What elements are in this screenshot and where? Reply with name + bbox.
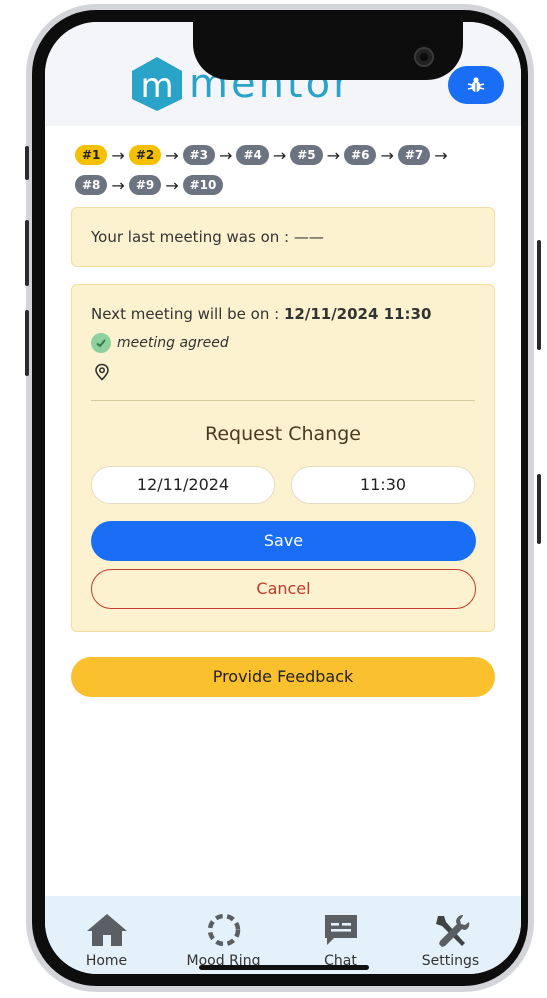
meeting-status: meeting agreed (91, 333, 229, 353)
provide-feedback-button[interactable]: Provide Feedback (71, 657, 495, 697)
app-screen: m mentor + #1→ #2→ #3→ #4→ #5→ #6→ (45, 22, 521, 974)
logo-hexagon-icon: m (132, 57, 182, 111)
request-change-title: Request Change (205, 423, 361, 445)
next-meeting-datetime: 12/11/2024 11:30 (283, 305, 432, 323)
arrow-right-icon: → (165, 175, 179, 195)
side-button-mute (25, 146, 29, 180)
next-meeting-prefix: Next meeting will be on : (91, 305, 284, 323)
arrow-right-icon: → (111, 145, 125, 165)
side-button-volume-up (25, 220, 29, 286)
steps-row-2: #8 → #9 → #10 (75, 174, 495, 196)
step-pill[interactable]: #9 (128, 175, 162, 195)
step-pill[interactable]: #3 (182, 145, 216, 165)
save-button[interactable]: Save (91, 521, 476, 561)
time-input[interactable]: 11:30 (291, 466, 475, 504)
bottom-tab-bar: Home Mood Ring Chat Settings (45, 896, 521, 974)
home-indicator[interactable] (199, 965, 369, 970)
mood-ring-icon (207, 913, 240, 947)
next-meeting-text: Next meeting will be on : 12/11/2024 11:… (91, 305, 431, 323)
side-button-volume-down (25, 310, 29, 376)
last-meeting-card: Your last meeting was on : —— (71, 207, 495, 267)
side-button-power (537, 240, 541, 350)
step-pill[interactable]: #4 (236, 145, 269, 165)
step-pill[interactable]: #1 (75, 145, 108, 165)
next-meeting-card: Next meeting will be on : 12/11/2024 11:… (71, 284, 495, 632)
tab-mood-ring[interactable]: Mood Ring (164, 896, 283, 974)
step-pill[interactable]: #2 (128, 145, 162, 165)
meeting-steps: #1 → #2 → #3 → #4 → #5 → #6 → #7 → #8 → #9 → #10 (75, 144, 495, 204)
tab-chat[interactable]: Chat (281, 896, 400, 974)
map-pin-icon[interactable] (94, 363, 110, 381)
svg-text:m: m (140, 66, 173, 106)
check-circle-icon (91, 333, 111, 353)
arrow-right-icon: → (111, 175, 125, 195)
front-camera (414, 47, 434, 67)
tab-home-label: Home (85, 953, 128, 969)
meeting-status-text: meeting agreed (117, 335, 229, 351)
arrow-right-icon: → (219, 145, 233, 165)
report-bug-button[interactable] (448, 66, 504, 104)
tab-settings-label: Settings (421, 953, 480, 969)
arrow-right-icon: → (326, 145, 341, 165)
arrow-right-icon: → (165, 145, 179, 165)
last-meeting-text: Your last meeting was on : —— (91, 228, 324, 246)
step-pill[interactable]: #8 (75, 175, 108, 195)
arrow-right-icon: → (380, 145, 394, 165)
arrow-right-icon: → (434, 145, 448, 165)
step-pill[interactable]: #6 (344, 145, 377, 165)
section-divider (91, 400, 475, 401)
chat-icon (324, 915, 357, 945)
bug-icon (467, 77, 485, 92)
settings-icon (435, 915, 469, 947)
step-pill[interactable]: #10 (182, 175, 224, 195)
cancel-button[interactable]: Cancel (91, 569, 476, 609)
step-pill[interactable]: #7 (397, 145, 431, 165)
tab-home[interactable]: Home (47, 896, 166, 974)
home-icon (86, 914, 127, 946)
date-input[interactable]: 12/11/2024 (91, 466, 275, 504)
steps-row-1: #1 → #2 → #3 → #4 → #5 → #6 → #7 → (75, 144, 495, 166)
arrow-right-icon: → (272, 145, 287, 165)
tab-settings[interactable]: Settings (391, 896, 510, 974)
step-pill[interactable]: #5 (290, 145, 323, 165)
side-button-action (537, 474, 541, 544)
